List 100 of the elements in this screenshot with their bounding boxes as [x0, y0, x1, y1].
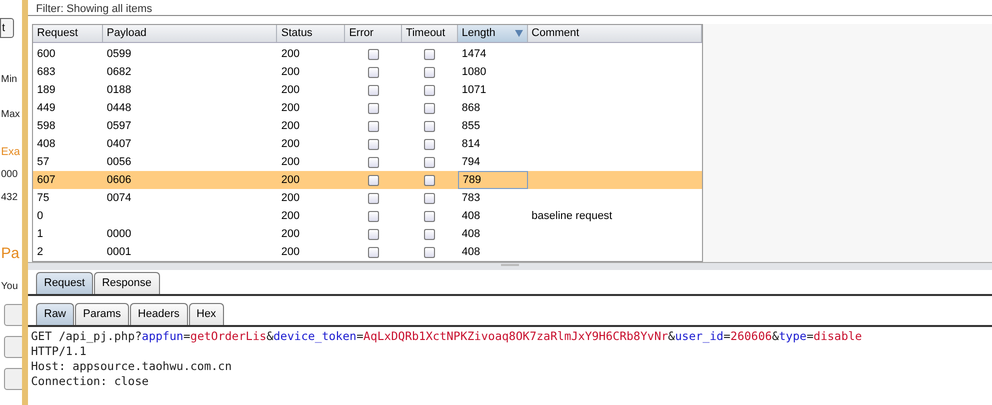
- tab[interactable]: Hex: [188, 303, 224, 325]
- panel-label: Min: [0, 73, 18, 87]
- table-cell-text: 814: [462, 136, 480, 152]
- table-cell-text: 1: [37, 226, 44, 242]
- table-cell-text: 0056: [106, 154, 132, 170]
- table-cell-text: 200: [281, 64, 300, 80]
- table-cell-text: 0599: [106, 46, 132, 62]
- table-cell-text: 0001: [106, 244, 132, 260]
- panel-label: 432: [0, 190, 19, 204]
- table-cell-text: 607: [37, 172, 56, 188]
- checkbox[interactable]: [424, 138, 436, 150]
- table-row[interactable]: 408 0407 200 814: [33, 135, 702, 153]
- table-cell-text: 200: [281, 100, 300, 116]
- side-button[interactable]: [4, 336, 22, 358]
- checkbox[interactable]: [424, 228, 436, 240]
- table-cell-text: 200: [281, 82, 300, 98]
- tab[interactable]: Params: [75, 303, 129, 325]
- table-row[interactable]: 683 0682 200 1080: [33, 63, 702, 81]
- table-cell-text: 449: [37, 100, 56, 116]
- tab[interactable]: Headers: [130, 303, 188, 325]
- checkbox[interactable]: [424, 210, 436, 222]
- table-cell-text: 868: [462, 100, 480, 116]
- request-line: HTTP/1.1: [31, 344, 88, 359]
- checkbox[interactable]: [368, 138, 379, 150]
- request-line: Host: appsource.taohwu.com.cn: [31, 359, 233, 374]
- column-header[interactable]: Error: [345, 25, 402, 42]
- checkbox[interactable]: [424, 66, 436, 78]
- table-cell-text: 0: [37, 208, 44, 224]
- side-button[interactable]: [4, 304, 22, 326]
- checkbox[interactable]: [424, 156, 436, 168]
- table-row[interactable]: 2 0001 200 408: [33, 243, 702, 261]
- table-cell-text: 75: [37, 190, 50, 206]
- checkbox[interactable]: [368, 66, 379, 78]
- checkbox[interactable]: [368, 102, 379, 114]
- checkbox[interactable]: [424, 48, 436, 60]
- table-cell-text: 1474: [462, 46, 486, 62]
- checkbox[interactable]: [368, 84, 379, 96]
- checkbox[interactable]: [368, 120, 379, 132]
- table-cell-text: 200: [281, 208, 300, 224]
- tab[interactable]: t: [0, 18, 14, 38]
- table-cell-text: 0682: [106, 64, 132, 80]
- checkbox[interactable]: [368, 246, 379, 258]
- panel-label: Pa: [0, 244, 20, 264]
- table-cell-text: 683: [37, 64, 56, 80]
- table-cell-text: 57: [37, 154, 50, 170]
- checkbox[interactable]: [424, 192, 436, 204]
- column-header[interactable]: Length: [458, 25, 528, 42]
- checkbox[interactable]: [368, 210, 379, 222]
- checkbox[interactable]: [368, 228, 379, 240]
- request-line: Connection: close: [31, 374, 150, 389]
- column-header[interactable]: Payload: [102, 25, 278, 42]
- checkbox[interactable]: [368, 174, 379, 186]
- checkbox[interactable]: [368, 48, 379, 60]
- checkbox[interactable]: [424, 102, 436, 114]
- tab[interactable]: Request: [36, 272, 93, 294]
- filter-label[interactable]: Filter: Showing all items: [36, 3, 152, 15]
- table-cell-text: 789: [462, 172, 482, 188]
- table-cell-text: 2: [37, 244, 44, 260]
- table-row[interactable]: 75 0074 200 783: [33, 189, 702, 207]
- table-cell-text: 794: [462, 154, 480, 170]
- table-row[interactable]: 607 0606 200 789: [33, 171, 702, 189]
- table-cell-text: 200: [281, 46, 300, 62]
- checkbox[interactable]: [424, 120, 436, 132]
- side-button[interactable]: [4, 368, 22, 390]
- table-cell-text: 408: [462, 244, 480, 260]
- sort-desc-icon: [514, 30, 523, 37]
- table-cell-text: 0074: [106, 190, 132, 206]
- table-cell-text: 200: [281, 226, 300, 242]
- table-cell-text: 598: [37, 118, 56, 134]
- table-cell-text: 0000: [106, 226, 132, 242]
- checkbox[interactable]: [368, 192, 379, 204]
- checkbox[interactable]: [368, 156, 379, 168]
- table-row[interactable]: 57 0056 200 794: [33, 153, 702, 171]
- column-header[interactable]: Comment: [528, 25, 702, 42]
- checkbox[interactable]: [424, 246, 436, 258]
- table-row[interactable]: 600 0599 200 1474: [33, 45, 702, 63]
- panel-label: You: [0, 280, 19, 294]
- table-row[interactable]: 0 200 408 baseline request: [33, 207, 702, 225]
- table-cell-text: 600: [37, 46, 56, 62]
- table-cell-text: 200: [281, 244, 300, 260]
- checkbox[interactable]: [424, 174, 436, 186]
- panel-label: Max: [0, 108, 21, 122]
- panel-label: Exa: [0, 145, 21, 160]
- tab[interactable]: Response: [94, 272, 160, 294]
- table-row[interactable]: 1 0000 200 408: [33, 225, 702, 243]
- table-cell-text: 408: [462, 226, 480, 242]
- table-cell-text: 200: [281, 118, 300, 134]
- table-cell-text: 200: [281, 172, 300, 188]
- column-header[interactable]: Request: [33, 25, 103, 42]
- table-cell-text: 1071: [462, 82, 486, 98]
- table-cell-text: 200: [281, 136, 300, 152]
- request-line: GET /api_pj.php?appfun=getOrderLis&device_token=AqLxDQRb1XctNPKZivoaq8OK7zaRlmJxY9H6CRb8YvNr&user_id=260606&type=disable: [31, 329, 863, 344]
- table-cell-text: 408: [462, 208, 480, 224]
- table-row[interactable]: 449 0448 200 868: [33, 99, 702, 117]
- table-cell-text: 783: [462, 190, 480, 206]
- table-row[interactable]: 189 0188 200 1071: [33, 81, 702, 99]
- column-header[interactable]: Status: [277, 25, 346, 42]
- tab[interactable]: Raw: [36, 303, 74, 325]
- checkbox[interactable]: [424, 84, 436, 96]
- table-row[interactable]: 598 0597 200 855: [33, 117, 702, 135]
